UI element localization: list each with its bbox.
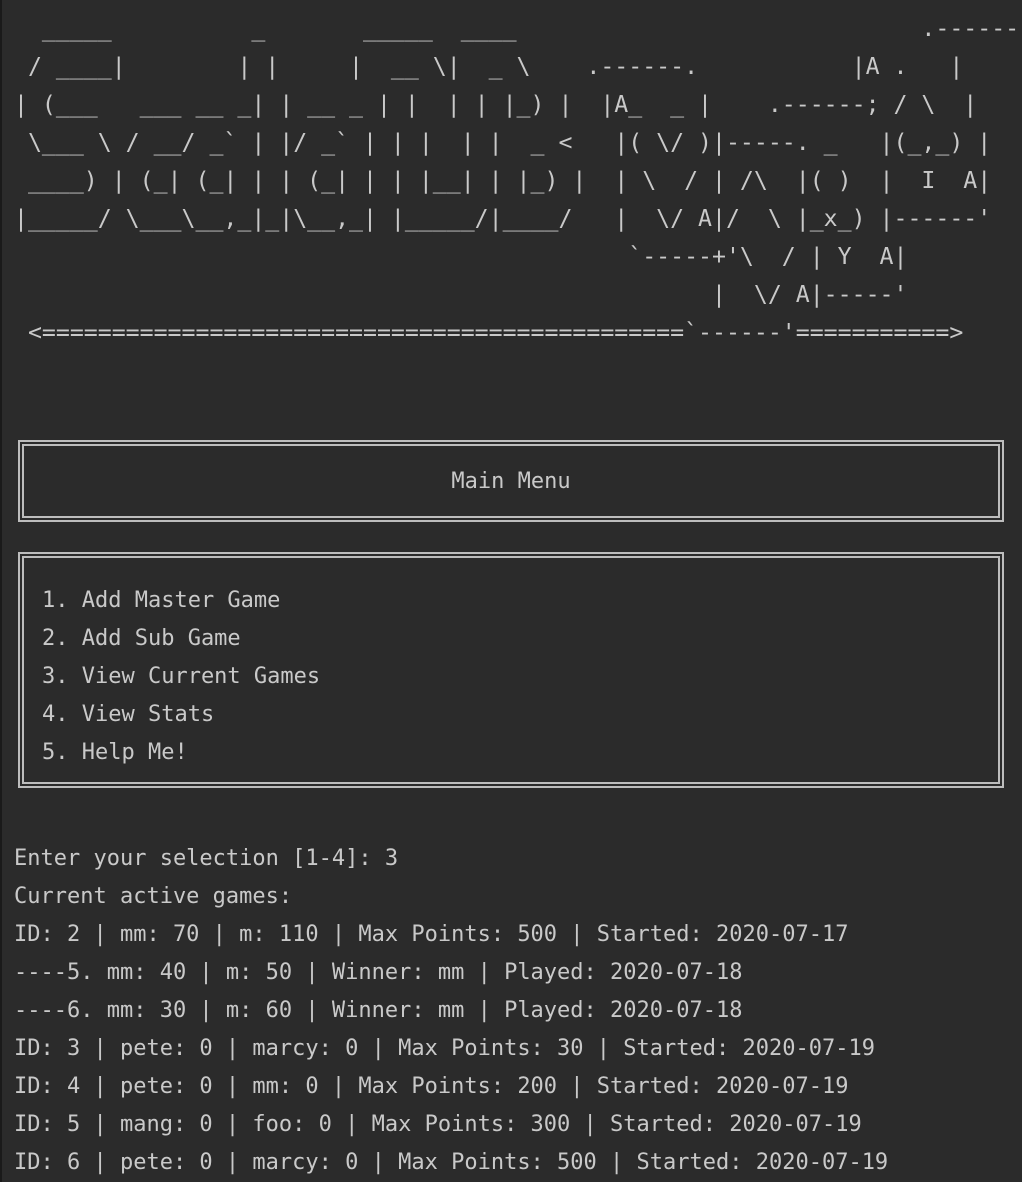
game-row: ID: 4 | pete: 0 | mm: 0 | Max Points: 20… xyxy=(14,1074,849,1099)
sub-game-row: ----5. mm: 40 | m: 50 | Winner: mm | Pla… xyxy=(14,960,743,985)
main-menu-title-box: Main Menu xyxy=(18,440,1004,522)
game-row: ID: 2 | mm: 70 | m: 110 | Max Points: 50… xyxy=(14,922,849,947)
games-heading: Current active games: xyxy=(14,884,293,909)
terminal-window: _____ _ _____ ____ .------. / ____| | | … xyxy=(0,0,1022,1182)
menu-item-help: 5. Help Me! xyxy=(42,740,188,765)
menu-item-add-sub-game: 2. Add Sub Game xyxy=(42,626,241,651)
console-output: Enter your selection [1-4]: 3 Current ac… xyxy=(14,840,888,1182)
menu-item-add-master-game: 1. Add Master Game xyxy=(42,588,281,613)
menu-item-view-stats: 4. View Stats xyxy=(42,702,215,727)
game-row: ID: 5 | mang: 0 | foo: 0 | Max Points: 3… xyxy=(14,1112,862,1137)
sub-game-row: ----6. mm: 30 | m: 60 | Winner: mm | Pla… xyxy=(14,998,743,1023)
selection-prompt[interactable]: Enter your selection [1-4]: 3 xyxy=(14,840,888,878)
ascii-logo: _____ _ _____ ____ .------. / ____| | | … xyxy=(14,15,1022,346)
menu-item-view-current-games: 3. View Current Games xyxy=(42,664,321,689)
menu-list: 1. Add Master Game 2. Add Sub Game 3. Vi… xyxy=(42,582,320,772)
game-row: ID: 6 | pete: 0 | marcy: 0 | Max Points:… xyxy=(14,1150,889,1175)
game-row: ID: 3 | pete: 0 | marcy: 0 | Max Points:… xyxy=(14,1036,875,1061)
menu-options-box: 1. Add Master Game 2. Add Sub Game 3. Vi… xyxy=(18,552,1004,788)
main-menu-title: Main Menu xyxy=(451,469,571,494)
